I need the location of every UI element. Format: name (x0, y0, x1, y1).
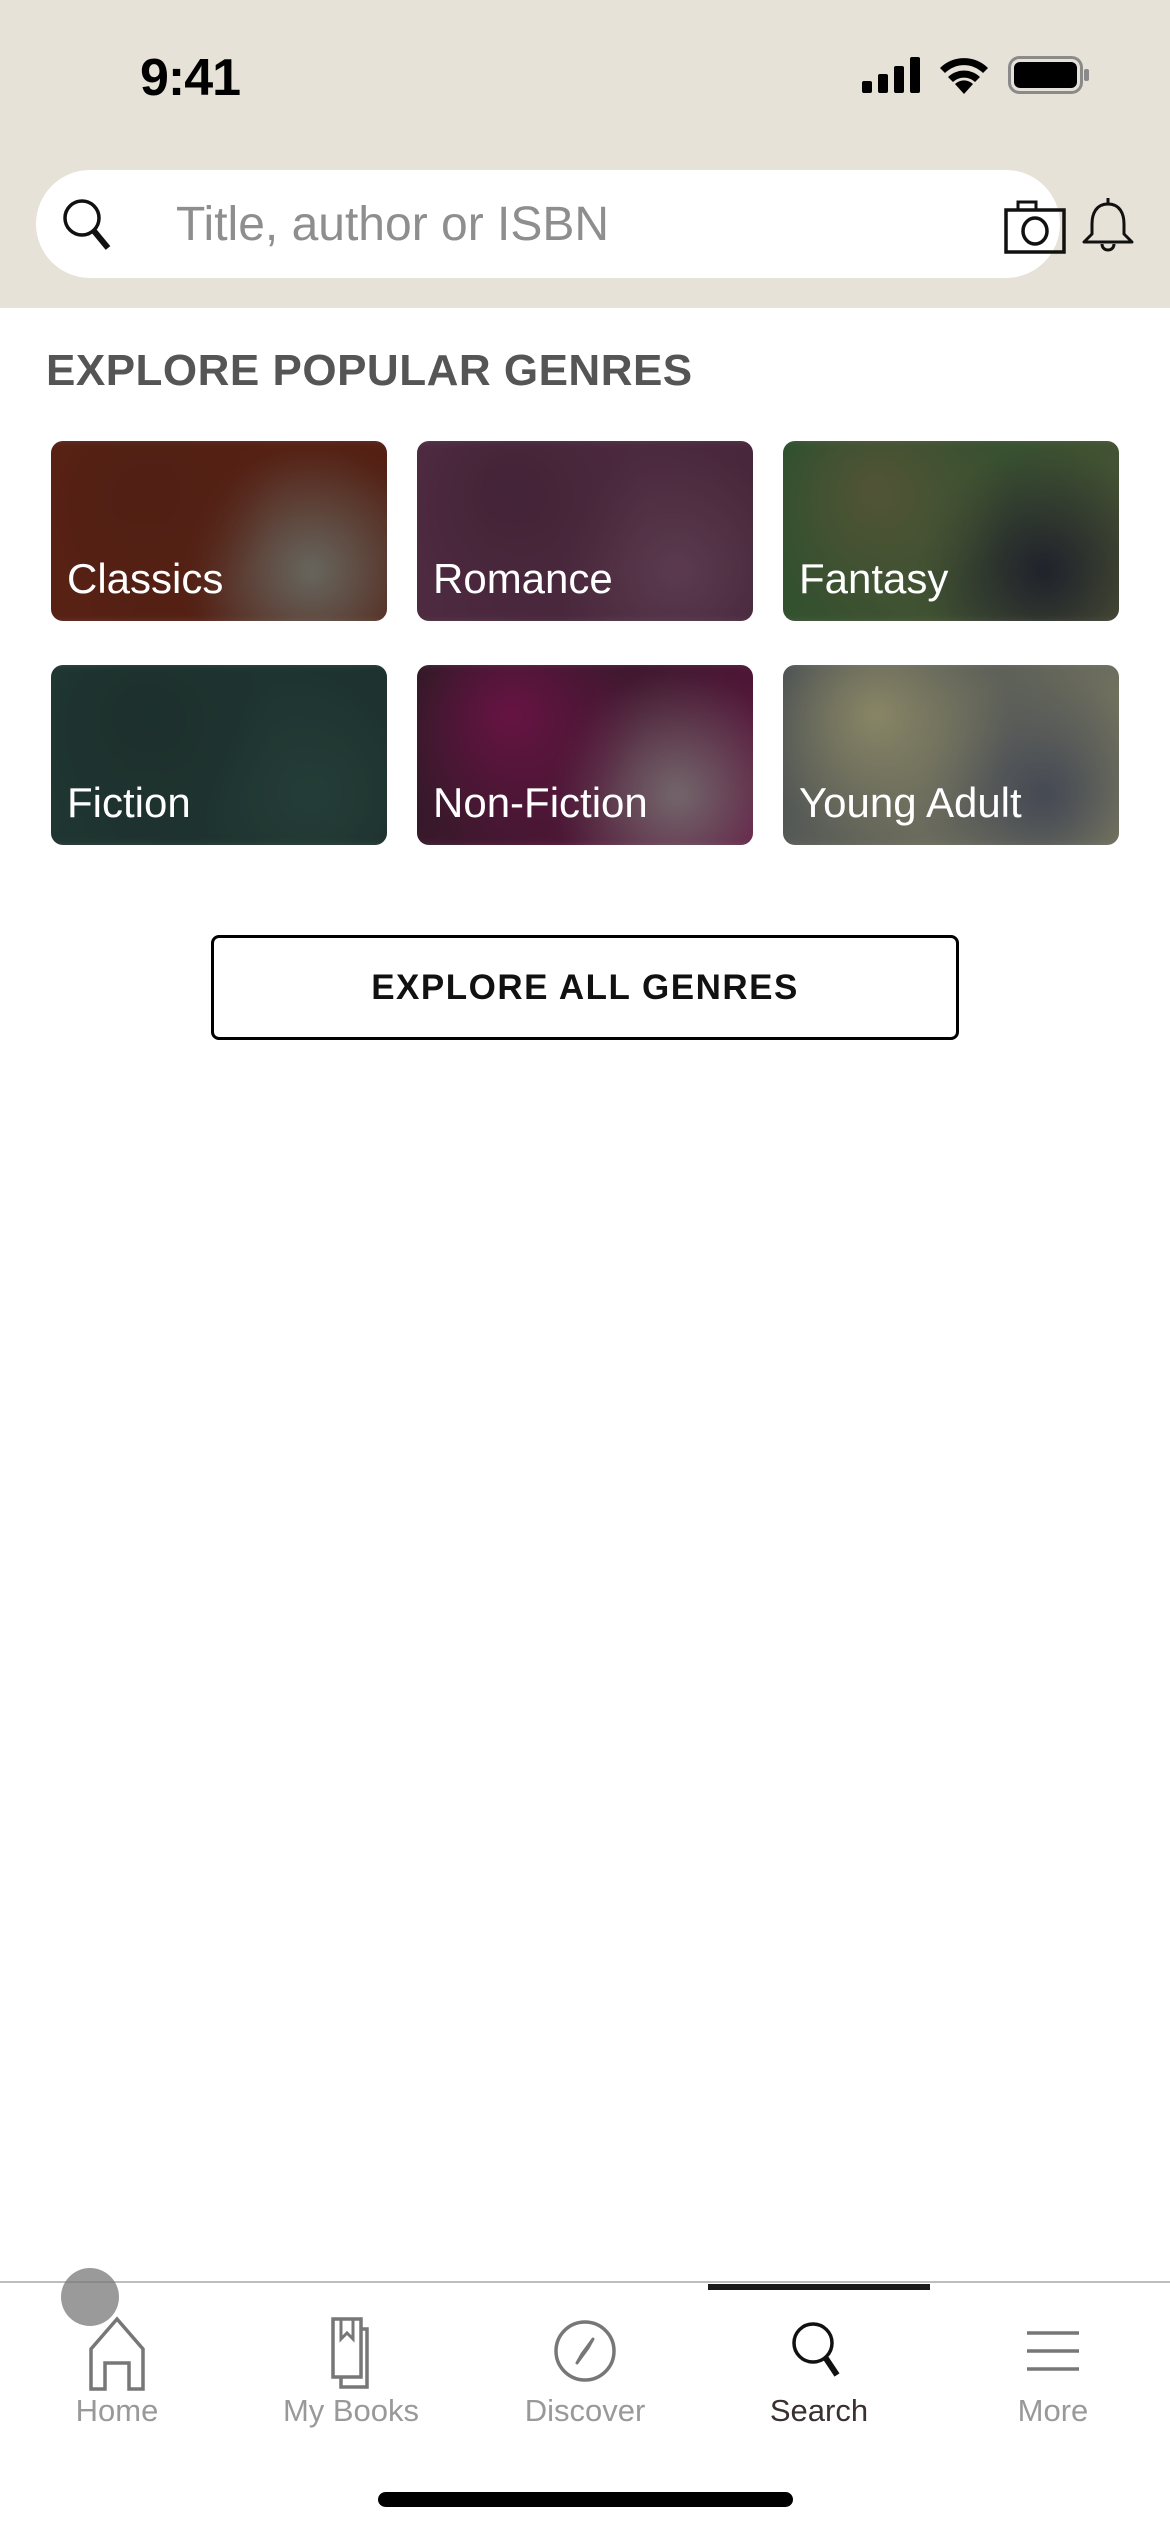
camera-icon[interactable] (1004, 198, 1066, 254)
genre-label: Non-Fiction (433, 779, 648, 826)
active-tab-indicator (708, 2284, 930, 2290)
genre-tile-fiction[interactable]: Fiction (51, 665, 387, 845)
menu-icon (1027, 2331, 1079, 2371)
bell-icon[interactable] (1080, 194, 1136, 258)
header: 9:41 (0, 0, 1170, 308)
tab-discover[interactable]: Discover (468, 2283, 702, 2433)
cellular-signal-icon (862, 57, 920, 93)
genre-label: Fiction (67, 779, 191, 826)
genre-tile-non-fiction[interactable]: Non-Fiction (417, 665, 753, 845)
status-time: 9:41 (140, 49, 241, 107)
tab-label: Discover (524, 2393, 646, 2428)
search-icon (63, 199, 111, 250)
tab-label: Home (75, 2393, 159, 2428)
genre-label: Young Adult (799, 779, 1022, 826)
home-indicator[interactable] (378, 2492, 793, 2507)
tab-my-books[interactable]: My Books (234, 2283, 468, 2433)
books-icon (331, 2317, 369, 2389)
tab-more[interactable]: More (936, 2283, 1170, 2433)
tab-search[interactable]: Search (702, 2283, 936, 2433)
wifi-icon (940, 58, 988, 94)
search-bar[interactable] (36, 170, 1066, 278)
genre-tile-romance[interactable]: Romance (417, 441, 753, 621)
section-title: EXPLORE POPULAR GENRES (46, 346, 693, 395)
genre-label: Romance (433, 555, 613, 602)
search-icon (792, 2322, 840, 2377)
genre-tile-fantasy[interactable]: Fantasy (783, 441, 1119, 621)
genre-tile-young-adult[interactable]: Young Adult (783, 665, 1119, 845)
compass-icon (554, 2320, 616, 2382)
explore-all-genres-button[interactable]: EXPLORE ALL GENRES (211, 935, 959, 1040)
genre-label: Fantasy (799, 555, 949, 602)
genre-label: Classics (67, 555, 224, 602)
genre-tile-classics[interactable]: Classics (51, 441, 387, 621)
tab-label: More (1017, 2393, 1089, 2428)
battery-icon (1008, 56, 1089, 94)
search-input[interactable] (176, 192, 956, 256)
tab-label: Search (769, 2393, 869, 2428)
genre-grid: Classics Romance Fantasy Fiction Non-Fic… (51, 441, 1119, 845)
status-icons (862, 56, 1090, 94)
touch-indicator (61, 2268, 119, 2326)
tab-label: My Books (282, 2393, 420, 2428)
